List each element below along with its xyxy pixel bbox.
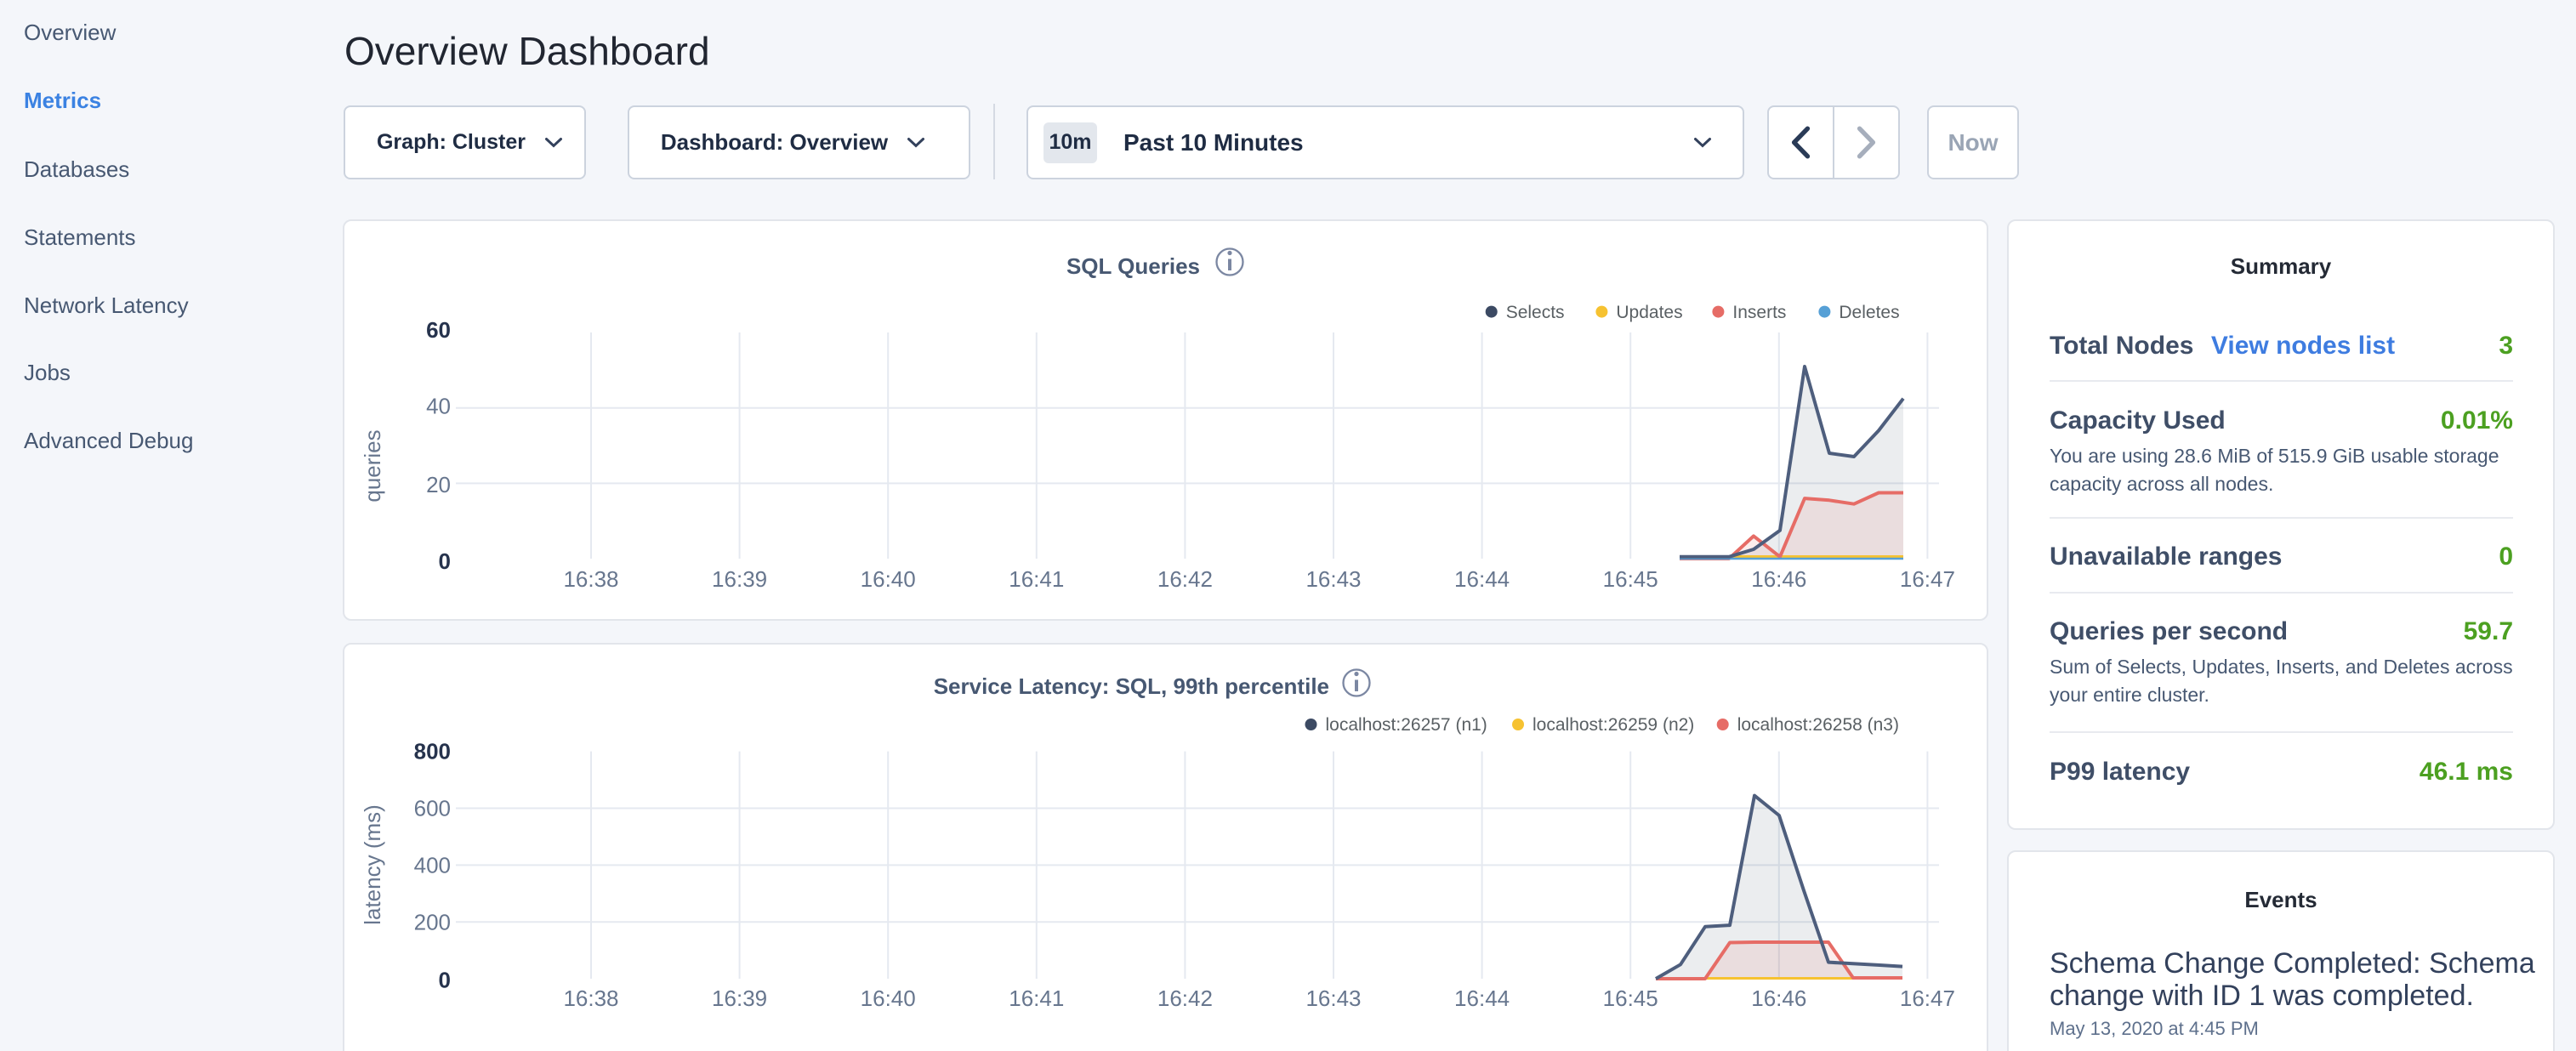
svg-text:16:44: 16:44: [1454, 986, 1510, 1011]
svg-text:0: 0: [439, 968, 451, 993]
svg-text:16:46: 16:46: [1751, 566, 1806, 592]
svg-text:60: 60: [426, 317, 451, 343]
svg-text:Inserts: Inserts: [1732, 303, 1786, 322]
svg-text:localhost:26257 (n1): localhost:26257 (n1): [1326, 715, 1487, 735]
svg-text:20: 20: [426, 472, 451, 497]
svg-text:16:38: 16:38: [563, 986, 618, 1011]
svg-text:16:43: 16:43: [1305, 566, 1361, 592]
svg-text:400: 400: [414, 852, 451, 878]
svg-text:16:46: 16:46: [1751, 986, 1806, 1011]
svg-text:16:41: 16:41: [1009, 986, 1064, 1011]
svg-text:latency (ms): latency (ms): [360, 804, 385, 925]
svg-text:SQL Queries: SQL Queries: [1066, 253, 1200, 279]
svg-text:Service Latency: SQL, 99th per: Service Latency: SQL, 99th percentile: [934, 673, 1329, 699]
svg-text:16:43: 16:43: [1305, 986, 1361, 1011]
svg-text:16:45: 16:45: [1603, 566, 1658, 592]
svg-text:Deletes: Deletes: [1839, 303, 1899, 322]
svg-text:16:45: 16:45: [1603, 986, 1658, 1011]
svg-text:16:47: 16:47: [1900, 986, 1955, 1011]
svg-text:200: 200: [414, 909, 451, 935]
svg-text:16:47: 16:47: [1900, 566, 1955, 592]
svg-text:16:42: 16:42: [1157, 566, 1213, 592]
svg-text:Selects: Selects: [1506, 303, 1565, 322]
svg-text:localhost:26259 (n2): localhost:26259 (n2): [1533, 715, 1694, 735]
svg-text:16:40: 16:40: [861, 986, 916, 1011]
svg-text:16:40: 16:40: [861, 566, 916, 592]
svg-text:Updates: Updates: [1616, 303, 1682, 322]
svg-text:16:39: 16:39: [712, 566, 767, 592]
svg-text:600: 600: [414, 796, 451, 821]
svg-text:0: 0: [439, 548, 451, 574]
svg-text:16:44: 16:44: [1454, 566, 1510, 592]
svg-text:16:39: 16:39: [712, 986, 767, 1011]
svg-text:800: 800: [414, 739, 451, 764]
svg-text:localhost:26258 (n3): localhost:26258 (n3): [1737, 715, 1899, 735]
svg-text:16:41: 16:41: [1009, 566, 1064, 592]
svg-text:queries: queries: [360, 429, 385, 502]
svg-text:16:42: 16:42: [1157, 986, 1213, 1011]
svg-text:16:38: 16:38: [563, 566, 618, 592]
svg-text:40: 40: [426, 394, 451, 419]
